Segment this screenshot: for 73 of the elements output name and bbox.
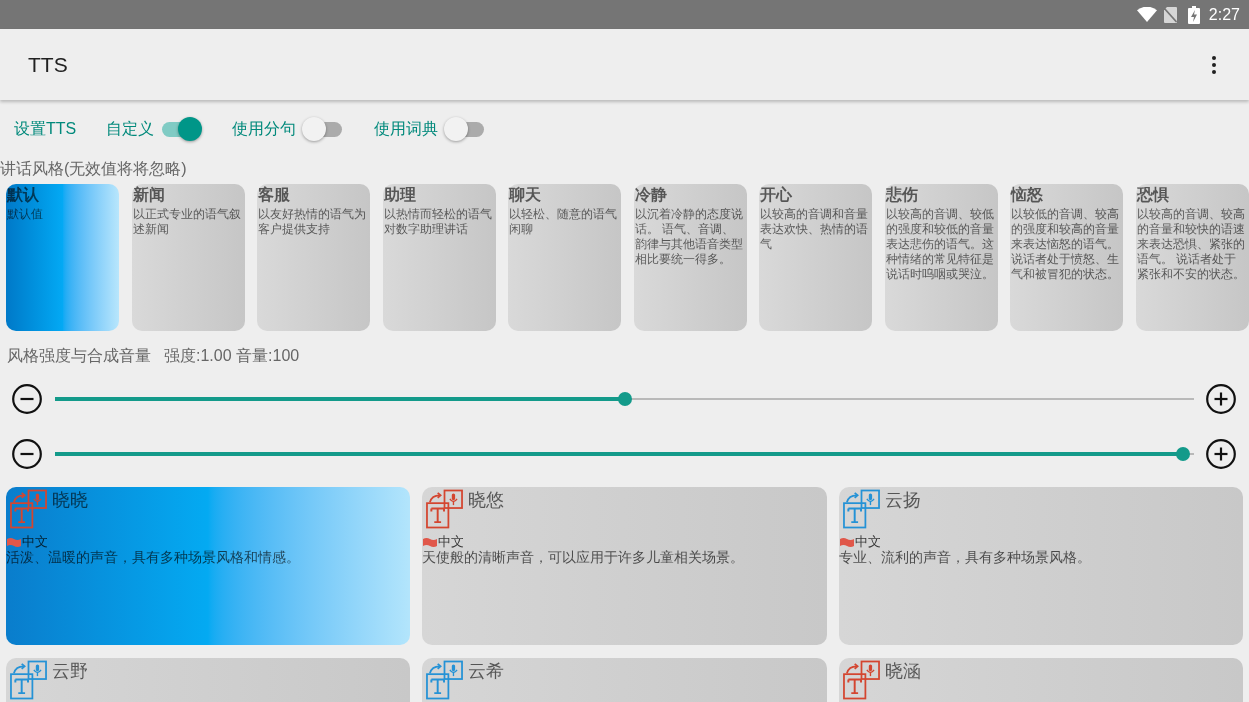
voice-card[interactable]: 晓涵 <box>838 658 1243 702</box>
voice-description: 专业、流利的声音，具有多种场景风格。 <box>838 550 1092 566</box>
section-heading: 风格强度与合成音量 <box>7 346 151 366</box>
style-description: 以热情而轻松的语气对数字助理讲话 <box>383 207 493 237</box>
flag-icon <box>7 536 21 548</box>
style-card[interactable]: 恼怒 以较低的音调、较高的强度和较高的音量来表达恼怒的语气。说话者处于愤怒、生气和被冒犯的状态。 <box>1010 184 1123 331</box>
style-title: 新闻 <box>132 185 166 205</box>
style-title: 开心 <box>760 185 793 205</box>
style-description: 以较低的音调、较高的强度和较高的音量来表达恼怒的语气。说话者处于愤怒、生气和被冒犯的状态。 <box>1011 207 1120 282</box>
settings-link[interactable]: 设置TTS <box>14 117 77 141</box>
style-title: 恼怒 <box>1011 185 1044 205</box>
language-label: 中文 <box>438 534 465 550</box>
style-title: 客服 <box>258 185 291 205</box>
style-card[interactable]: 悲伤 以较高的音调、较低的强度和较低的音量表达悲伤的语气。这种情绪的常见特征是说话时呜咽或哭泣。 <box>884 184 998 331</box>
style-title: 助理 <box>383 185 417 205</box>
style-title: 悲伤 <box>885 185 919 205</box>
minus-icon[interactable] <box>12 384 42 414</box>
style-title: 默认 <box>7 185 40 205</box>
plus-icon[interactable] <box>1206 439 1236 469</box>
voice-card[interactable]: 晓悠 中文 天使般的清晰声音，可以应用于许多儿童相关场景。 <box>422 487 827 645</box>
language-label: 中文 <box>854 534 881 550</box>
voice-name: 晓涵 <box>884 660 921 682</box>
app-title: TTS <box>28 51 68 78</box>
minus-icon[interactable] <box>12 439 42 469</box>
section-heading: 讲话风格(无效值将将忽略) <box>0 159 187 179</box>
wifi-icon <box>1136 7 1157 22</box>
style-description: 以较高的音调和音量表达欢快、热情的语气 <box>760 207 869 252</box>
voice-card[interactable]: 晓晓 中文 活泼、温暖的声音，具有多种场景风格和情感。 <box>6 487 411 645</box>
style-description: 以沉着冷静的态度说话。 语气、音调、韵律与其他语音类型相比要统一得多。 <box>634 207 744 267</box>
slider-track[interactable] <box>55 392 1194 406</box>
voice-name: 云野 <box>52 660 88 682</box>
style-card[interactable]: 助理 以热情而轻松的语气对数字助理讲话 <box>382 184 496 331</box>
slider-thumb[interactable] <box>1175 447 1190 461</box>
slider-track[interactable] <box>55 447 1194 461</box>
voice-card[interactable]: 云野 <box>6 658 411 702</box>
voice-card[interactable]: 云扬 中文 专业、流利的声音，具有多种场景风格。 <box>838 487 1243 645</box>
switch-label: 使用分句 <box>232 119 297 139</box>
style-description: 以正式专业的语气叙述新闻 <box>132 207 242 237</box>
style-description: 以较高的音调、较低的强度和较低的音量表达悲伤的语气。这种情绪的常见特征是说话时呜咽或哭泣。 <box>885 207 995 282</box>
flag-icon <box>423 536 438 548</box>
style-card[interactable]: 冷静 以沉着冷静的态度说话。 语气、音调、韵律与其他语音类型相比要统一得多。 <box>633 184 747 331</box>
style-title: 恐惧 <box>1136 185 1170 205</box>
style-card[interactable]: 聊天 以轻松、随意的语气闲聊 <box>508 184 621 331</box>
style-card[interactable]: 客服 以友好热情的语气为客户提供支持 <box>257 184 370 331</box>
voice-description: 活泼、温暖的声音，具有多种场景风格和情感。 <box>6 550 301 566</box>
voice-card[interactable]: 云希 <box>422 658 827 702</box>
style-description: 以较高的音调、较高的音量和较快的语速来表达恐惧、紧张的语气。 说话者处于紧张和不安的状态。 <box>1136 207 1246 282</box>
voice-description: 天使般的清晰声音，可以应用于许多儿童相关场景。 <box>422 550 746 566</box>
style-card[interactable]: 恐惧 以较高的音调、较高的音量和较快的语速来表达恐惧、紧张的语气。 说话者处于紧张和不安的状态。 <box>1135 184 1249 331</box>
style-description: 以轻松、随意的语气闲聊 <box>509 207 618 237</box>
switch-label: 自定义 <box>106 119 155 139</box>
slider-thumb[interactable] <box>617 392 632 406</box>
style-title: 冷静 <box>634 185 668 205</box>
language-label: 中文 <box>22 534 48 550</box>
style-description: 以友好热情的语气为客户提供支持 <box>258 207 367 237</box>
switch-label: 使用词典 <box>374 119 439 139</box>
voice-name: 晓悠 <box>468 489 505 511</box>
style-card[interactable]: 开心 以较高的音调和音量表达欢快、热情的语气 <box>759 184 872 331</box>
style-card[interactable]: 默认 默认值 <box>6 184 119 331</box>
flag-icon <box>839 536 854 548</box>
voice-name: 晓晓 <box>52 489 88 511</box>
more-options-icon[interactable] <box>1212 55 1216 74</box>
battery-charging-icon <box>1187 5 1200 24</box>
plus-icon[interactable] <box>1206 384 1236 414</box>
voice-name: 云希 <box>468 660 505 682</box>
style-title: 聊天 <box>509 185 542 205</box>
style-description: 默认值 <box>7 207 44 222</box>
no-sim-icon <box>1163 6 1177 23</box>
strength-volume-reading: 强度:1.00 音量:100 <box>164 346 300 366</box>
clock-time: 2:27 <box>1208 4 1240 25</box>
voice-name: 云扬 <box>884 489 921 511</box>
style-card[interactable]: 新闻 以正式专业的语气叙述新闻 <box>131 184 245 331</box>
toggle-switch[interactable] <box>160 117 203 141</box>
